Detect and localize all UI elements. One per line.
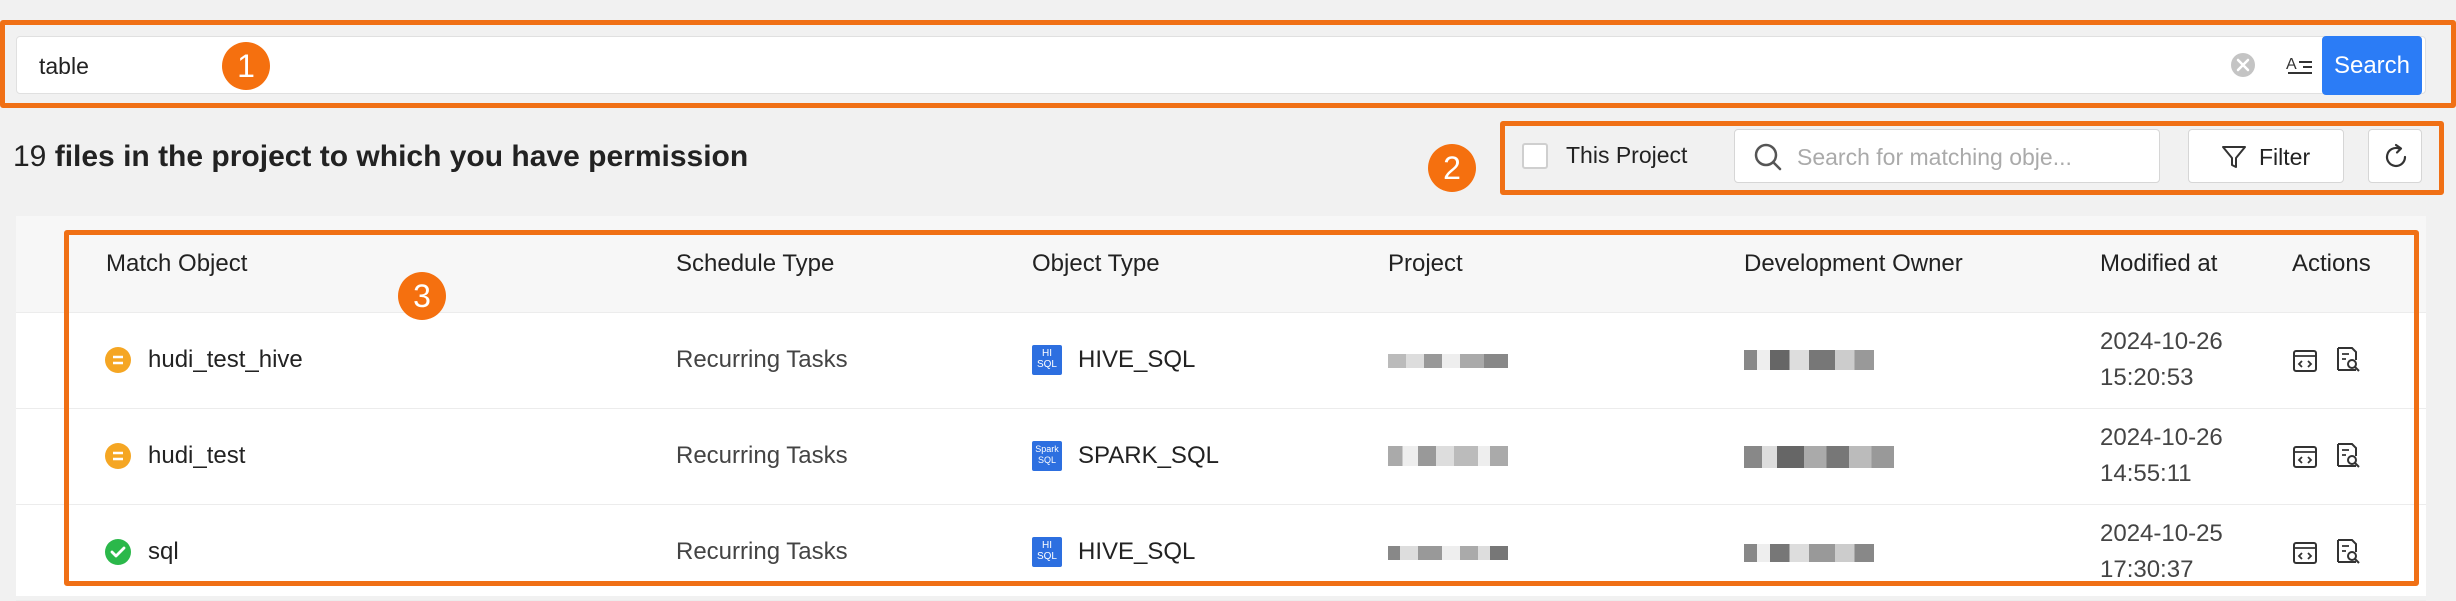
result-count: 19 xyxy=(13,140,47,173)
annotation-badge-3: 3 xyxy=(398,272,446,320)
result-summary: 19 files in the project to which you hav… xyxy=(13,140,748,174)
annotation-badge-1: 1 xyxy=(222,42,270,90)
result-text: files in the project to which you have p… xyxy=(46,140,749,173)
highlight-box-2 xyxy=(1500,121,2444,195)
annotation-badge-2: 2 xyxy=(1428,144,1476,192)
highlight-box-1 xyxy=(0,20,2456,108)
